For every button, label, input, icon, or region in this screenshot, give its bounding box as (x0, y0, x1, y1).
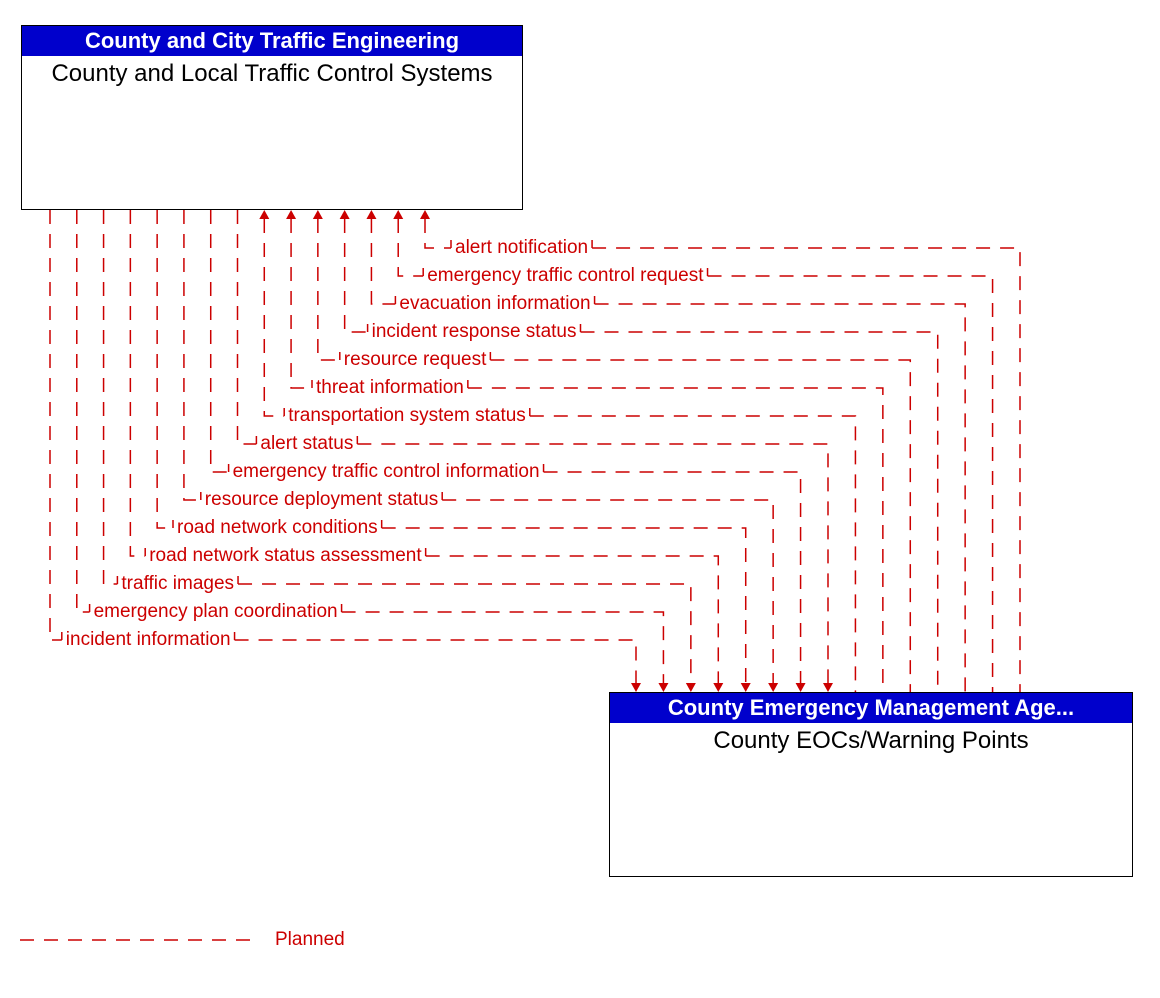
flow-left-4 (318, 219, 340, 360)
arrow-down (713, 683, 723, 692)
flow-left-2 (371, 219, 395, 304)
legend-planned-label: Planned (275, 929, 345, 950)
flowB-left-5 (104, 210, 118, 584)
arrow-down (686, 683, 696, 692)
flowB-right-7 (235, 632, 636, 683)
flow-right-4 (490, 352, 910, 692)
flowB-right-0 (357, 436, 828, 683)
arrow-up (259, 210, 269, 219)
flowB-right-6 (342, 604, 664, 683)
flow-right-3 (580, 324, 937, 692)
flow-label-resource-deployment-status: resource deployment status (205, 489, 438, 510)
flow-label-emergency-traffic-control-information: emergency traffic control information (233, 461, 540, 482)
flowB-left-4 (130, 210, 145, 556)
flow-left-0 (425, 219, 451, 248)
flow-right-0 (592, 240, 1020, 692)
arrow-up (340, 210, 350, 219)
flow-right-6 (530, 408, 856, 692)
flow-right-1 (708, 268, 993, 692)
flowB-left-2 (184, 210, 201, 500)
flow-left-1 (398, 219, 423, 276)
node-eocs-warning-points: County Emergency Management Age... Count… (609, 692, 1133, 877)
arrow-up (393, 210, 403, 219)
flow-right-5 (468, 380, 883, 692)
flow-left-3 (345, 219, 368, 332)
flow-label-traffic-images: traffic images (121, 573, 234, 594)
flow-label-incident-response-status: incident response status (372, 321, 577, 342)
arrow-down (631, 683, 641, 692)
flow-left-6 (264, 219, 284, 416)
flowB-right-1 (544, 464, 801, 683)
flowB-right-2 (442, 492, 773, 683)
flowB-left-0 (238, 210, 257, 444)
flowB-right-3 (382, 520, 746, 683)
flow-label-evacuation-information: evacuation information (399, 293, 590, 314)
node-traffic-control-systems: County and City Traffic Engineering Coun… (21, 25, 523, 210)
flow-label-road-network-conditions: road network conditions (177, 517, 378, 538)
node-header: County and City Traffic Engineering (22, 26, 522, 56)
arrow-up (366, 210, 376, 219)
flow-right-2 (595, 296, 966, 692)
flowB-right-4 (426, 548, 719, 683)
arrow-up (420, 210, 430, 219)
flow-label-alert-notification: alert notification (455, 237, 588, 258)
flow-label-threat-information: threat information (316, 377, 464, 398)
flow-label-emergency-traffic-control-request: emergency traffic control request (427, 265, 704, 286)
arrow-down (658, 683, 668, 692)
flow-label-transportation-system-status: transportation system status (288, 405, 526, 426)
flowB-right-5 (238, 576, 691, 683)
flowB-left-7 (50, 210, 62, 640)
flow-label-incident-information: incident information (66, 629, 231, 650)
arrow-up (286, 210, 296, 219)
flow-label-alert-status: alert status (260, 433, 353, 454)
flow-label-road-network-status-assessment: road network status assessment (149, 545, 422, 566)
node-title: County and Local Traffic Control Systems (22, 56, 522, 92)
arrow-down (796, 683, 806, 692)
flow-label-emergency-plan-coordination: emergency plan coordination (94, 601, 338, 622)
flowB-left-6 (77, 210, 90, 612)
flow-label-resource-request: resource request (344, 349, 487, 370)
node-header: County Emergency Management Age... (610, 693, 1132, 723)
arrow-down (823, 683, 833, 692)
node-title: County EOCs/Warning Points (610, 723, 1132, 759)
flowB-left-1 (211, 210, 229, 472)
flowB-left-3 (157, 210, 173, 528)
arrow-up (313, 210, 323, 219)
arrow-down (741, 683, 751, 692)
flow-left-5 (291, 219, 312, 388)
arrow-down (768, 683, 778, 692)
